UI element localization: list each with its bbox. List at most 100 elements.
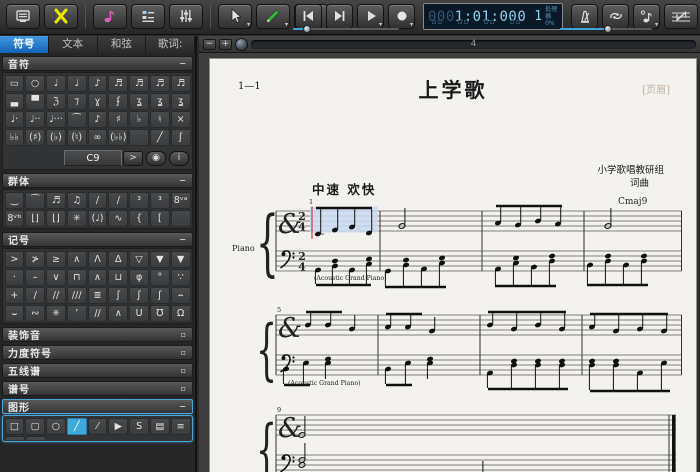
system-1[interactable]: Piano { & 24 24 [230, 193, 686, 301]
info-button[interactable]: i [169, 151, 189, 166]
palette-cell[interactable]: ♩··· [46, 111, 66, 128]
palette-cell[interactable]: > [5, 251, 25, 268]
palette-cell[interactable]: (♭) [46, 129, 66, 146]
palette-cell[interactable]: ∧ [67, 251, 87, 268]
palette-cell[interactable]: (♯) [25, 129, 45, 146]
palette-cell[interactable]: ♩·· [25, 111, 45, 128]
palette-cell[interactable]: ▽ [129, 251, 149, 268]
palette-cell[interactable]: Δ [108, 251, 128, 268]
palette-cell[interactable]: ▢ [25, 418, 45, 435]
palette-cell[interactable]: ▀ [25, 93, 45, 110]
palette-cell[interactable]: ▼ [171, 251, 191, 268]
palette-cell[interactable]: ○ [25, 75, 45, 92]
section-header-marks[interactable]: 记号− [2, 232, 193, 247]
palette-cell[interactable]: ʃ [108, 287, 128, 304]
tab-lyrics[interactable]: 歌词: [146, 36, 195, 53]
palette-cell[interactable]: Ʊ [150, 305, 170, 322]
pencil-tool-button[interactable]: ▾ [256, 4, 290, 29]
palette-cell[interactable]: ⌢ [171, 287, 191, 304]
palette-cell[interactable]: ♬ [150, 75, 170, 92]
palette-cell[interactable]: ▤ [150, 418, 170, 435]
palette-cell[interactable]: ♬ [171, 75, 191, 92]
palette-cell[interactable]: ʓ [150, 93, 170, 110]
palette-cell[interactable]: ♭♭ [5, 129, 25, 146]
palette-cell[interactable]: ° [150, 269, 170, 286]
palette-cell[interactable]: S [129, 418, 149, 435]
palette-cell[interactable]: ▃ [5, 93, 25, 110]
palette-cell[interactable]: 8ᵛᵇ [5, 210, 25, 227]
palette-cell[interactable]: ⌊⌋ [25, 210, 45, 227]
palette-cell[interactable]: ≯ [25, 251, 45, 268]
palette-cell[interactable]: Ω [171, 305, 191, 322]
palette-cell[interactable]: □ [5, 418, 25, 435]
palette-cell[interactable]: ʃ [171, 129, 191, 146]
palette-cell[interactable]: [ [150, 210, 170, 227]
palette-cell[interactable]: ⁄ [88, 418, 108, 435]
section-header-notes[interactable]: 音符− [2, 56, 193, 71]
page-header-placeholder[interactable]: [页眉] [642, 81, 670, 96]
apply-chord-button[interactable]: > [123, 151, 143, 166]
palette-cell[interactable]: ♩ [46, 75, 66, 92]
ruler-knob[interactable] [235, 38, 248, 51]
tab-symbols[interactable]: 符号 [0, 36, 49, 53]
palette-cell[interactable]: ³ [129, 192, 149, 209]
palette-cell[interactable]: ∕∕ [88, 305, 108, 322]
score-title[interactable]: 上学歌 [210, 74, 696, 103]
palette-cell[interactable]: ∧ [108, 305, 128, 322]
palette-cell[interactable]: ♪ [88, 75, 108, 92]
palette-cell[interactable]: · [5, 269, 25, 286]
palette-cell[interactable]: ⊔ [108, 269, 128, 286]
palette-cell[interactable]: { [129, 210, 149, 227]
section-header-graphics[interactable]: 图形− [2, 399, 193, 414]
palette-cell[interactable]: ʃ [129, 287, 149, 304]
palette-cell[interactable]: ✳ [46, 305, 66, 322]
palette-cell[interactable]: ɣ [88, 93, 108, 110]
palette-cell[interactable]: ∿ [108, 210, 128, 227]
palette-cell[interactable]: ✳ [67, 210, 87, 227]
palette-cell[interactable]: ⌣ [5, 305, 25, 322]
palette-cell[interactable]: ♩ [67, 75, 87, 92]
system-2[interactable]: { & 5 [230, 305, 686, 407]
expand-icon[interactable]: ▫ [181, 349, 187, 357]
palette-cell[interactable]: × [171, 111, 191, 128]
palette-cell[interactable]: ‿ [5, 192, 25, 209]
palette-cell[interactable]: U [129, 305, 149, 322]
palette-cell[interactable]: ♬ [129, 75, 149, 92]
palette-cell[interactable]: 8ᵛᵃ [171, 192, 191, 209]
palette-cell[interactable]: ³ [150, 192, 170, 209]
palette-cell[interactable]: ⁀ [67, 111, 87, 128]
palette-cell[interactable]: ∨ [46, 269, 66, 286]
palette-cell[interactable]: (♮) [67, 129, 87, 146]
volume-slider[interactable] [560, 25, 652, 33]
palette-cell[interactable]: ℨ [46, 93, 66, 110]
section-header-ornaments[interactable]: 装饰音▫ [2, 327, 193, 342]
palette-cell[interactable]: ▶ [108, 418, 128, 435]
palette-cell[interactable]: (♩) [88, 210, 108, 227]
palette-cell[interactable]: ∵ [171, 269, 191, 286]
engrave-view-button[interactable] [6, 4, 40, 29]
palette-cell[interactable]: ∾ [25, 305, 45, 322]
collapse-icon[interactable]: − [179, 177, 187, 185]
palette-cell[interactable]: ≥ [46, 251, 66, 268]
pointer-tool-button[interactable]: ▾ [218, 4, 252, 29]
palette-cell[interactable]: ♪ [88, 111, 108, 128]
palette-cell[interactable]: – [25, 269, 45, 286]
tempo-slider[interactable] [293, 25, 399, 33]
palette-cell[interactable]: ♮ [150, 111, 170, 128]
palette-cell[interactable]: ♬ [46, 192, 66, 209]
palette-cell[interactable] [171, 210, 191, 227]
palette-cell[interactable]: ♩· [5, 111, 25, 128]
palette-cell[interactable]: ▭ [26, 436, 46, 441]
palette-cell[interactable]: ▭ [5, 75, 25, 92]
chord-input[interactable]: C9 [64, 150, 122, 166]
measure-scrollbar[interactable]: 4 [251, 40, 696, 49]
palette-cell[interactable]: ⁀ [25, 192, 45, 209]
chord-symbol[interactable]: Cmaj9 [618, 197, 648, 207]
palette-cell[interactable]: ’ [67, 305, 87, 322]
tools-button[interactable] [44, 4, 78, 29]
credit-line-1[interactable]: 小学歌唱教研组 [597, 162, 664, 176]
zoom-in-button[interactable]: + [219, 39, 232, 50]
palette-cell[interactable]: ʓ [129, 93, 149, 110]
expand-icon[interactable]: ▫ [181, 331, 187, 339]
palette-cell[interactable]: ▼ [150, 251, 170, 268]
